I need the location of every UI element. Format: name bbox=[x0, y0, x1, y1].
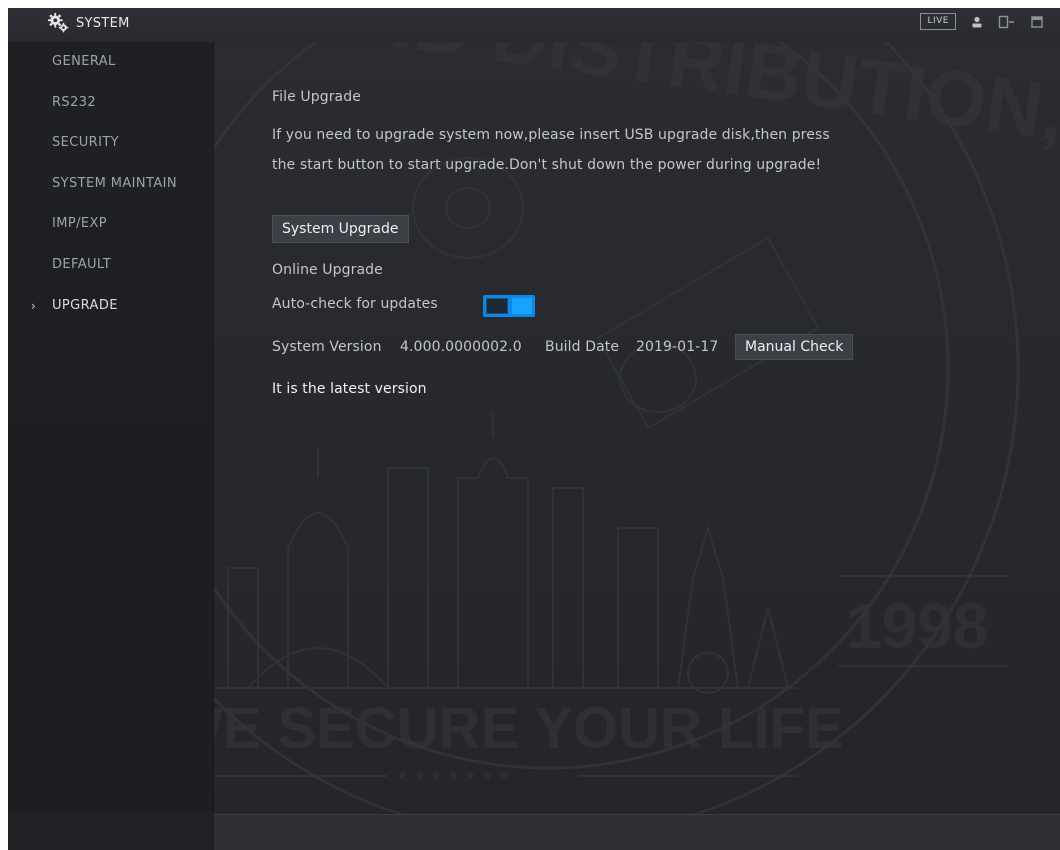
window-icon[interactable] bbox=[1030, 15, 1044, 29]
sidebar-item-rs232[interactable]: RS232 bbox=[8, 83, 214, 124]
top-right-controls: LIVE bbox=[920, 13, 1044, 30]
instruction-line-1: If you need to upgrade system now,please… bbox=[272, 127, 830, 143]
instruction-line-2: the start button to start upgrade.Don't … bbox=[272, 157, 822, 173]
build-date-label: Build Date bbox=[545, 339, 620, 355]
system-version-label: System Version bbox=[272, 339, 382, 355]
auto-check-toggle[interactable] bbox=[483, 295, 535, 317]
toggle-on-segment bbox=[512, 298, 532, 314]
logout-icon[interactable] bbox=[998, 15, 1016, 29]
live-button[interactable]: LIVE bbox=[920, 13, 956, 30]
sidebar-item-upgrade[interactable]: › UPGRADE bbox=[8, 286, 214, 327]
gear-icon bbox=[47, 12, 69, 33]
app-window: AND DISTRIBUTION, INC EST. 1998 WE SECUR… bbox=[8, 8, 1060, 850]
sidebar-item-label: GENERAL bbox=[52, 54, 116, 69]
chevron-right-icon: › bbox=[31, 298, 37, 313]
sidebar-item-label: UPGRADE bbox=[52, 297, 118, 313]
page-title: SYSTEM bbox=[76, 15, 130, 31]
sidebar-item-label: IMP/EXP bbox=[52, 216, 108, 232]
toggle-off-segment bbox=[486, 298, 508, 314]
online-upgrade-title: Online Upgrade bbox=[272, 262, 383, 278]
manual-check-button[interactable]: Manual Check bbox=[735, 334, 854, 360]
build-date-value: 2019-01-17 bbox=[636, 339, 719, 355]
sidebar-item-general[interactable]: GENERAL bbox=[8, 42, 214, 83]
sidebar-item-label: SYSTEM MAINTAIN bbox=[52, 175, 177, 191]
file-upgrade-title: File Upgrade bbox=[272, 89, 361, 105]
upgrade-panel: File Upgrade If you need to upgrade syst… bbox=[214, 42, 1060, 814]
sidebar-item-label: SECURITY bbox=[52, 135, 120, 151]
system-upgrade-button[interactable]: System Upgrade bbox=[272, 215, 409, 243]
sidebar-item-imp-exp[interactable]: IMP/EXP bbox=[8, 204, 214, 245]
sidebar-item-default[interactable]: DEFAULT bbox=[8, 245, 214, 286]
sidebar-item-label: DEFAULT bbox=[52, 256, 112, 272]
status-message: It is the latest version bbox=[272, 381, 427, 397]
user-icon[interactable] bbox=[970, 15, 984, 29]
sidebar-item-system-maintain[interactable]: SYSTEM MAINTAIN bbox=[8, 164, 214, 205]
sidebar-footer bbox=[8, 810, 214, 850]
footer-bar bbox=[214, 814, 1060, 850]
top-bar: SYSTEM LIVE bbox=[8, 8, 1060, 42]
system-version-value: 4.000.0000002.0 bbox=[400, 339, 522, 355]
system-header: SYSTEM bbox=[46, 12, 130, 34]
auto-check-label: Auto-check for updates bbox=[272, 296, 438, 312]
sidebar-item-label: RS232 bbox=[52, 94, 97, 110]
sidebar-item-security[interactable]: SECURITY bbox=[8, 123, 214, 164]
sidebar: GENERAL RS232 SECURITY SYSTEM MAINTAIN I… bbox=[8, 42, 214, 850]
